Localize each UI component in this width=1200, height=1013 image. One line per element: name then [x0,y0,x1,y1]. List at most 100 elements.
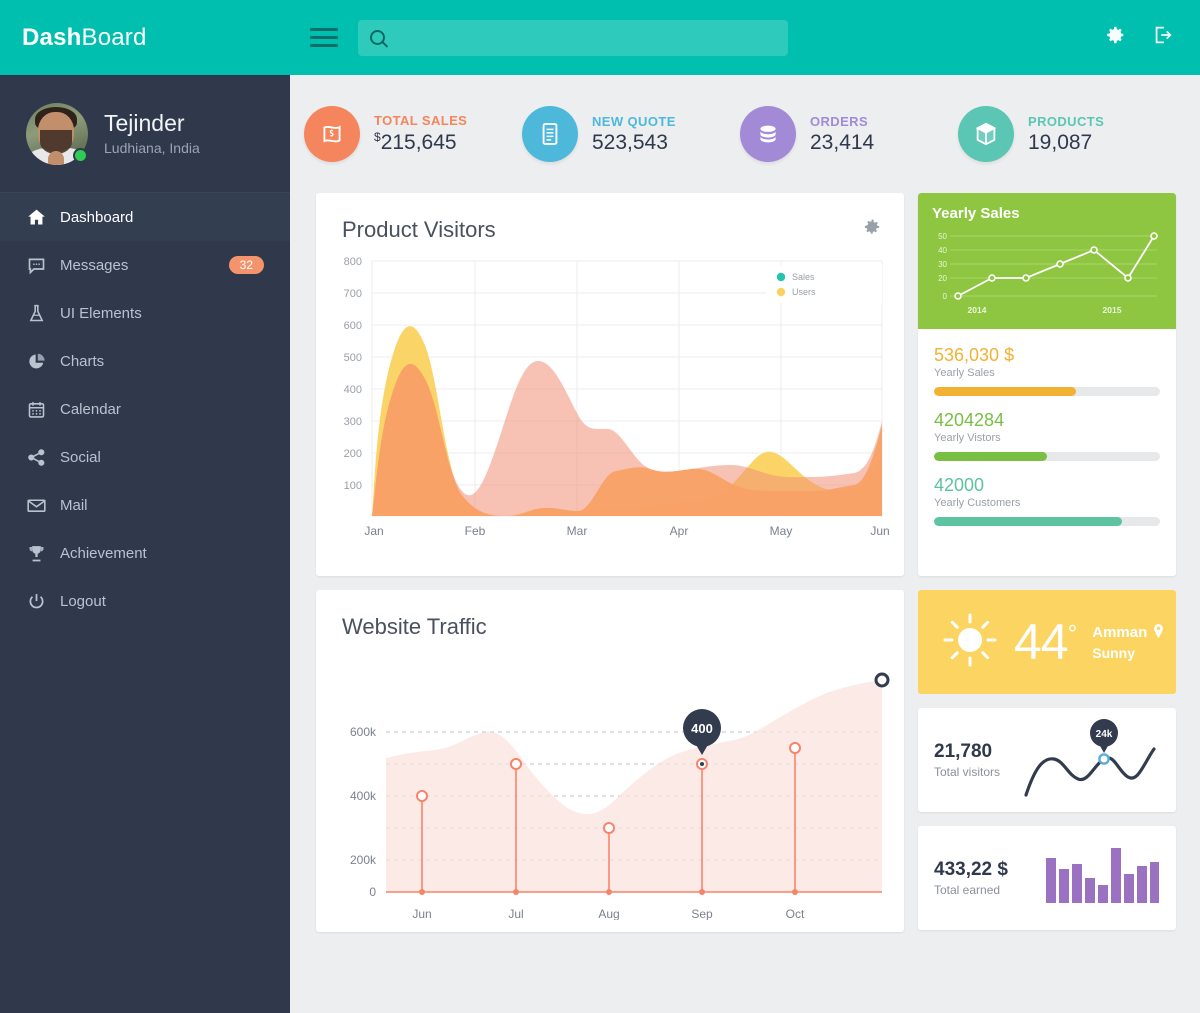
avatar-collar [48,150,64,165]
content-row-1: Product Visitors 800 700 600 500 400 300… [290,193,1200,576]
flask-icon [26,303,60,324]
hamburger-bar [310,36,338,39]
sidebar-item-label: Charts [60,352,105,370]
logo-light-text: Board [81,23,147,51]
side-column-2: 44° Amman Sunny 21,780 Total visitors 24… [918,590,1176,932]
sidebar-item-label: Mail [60,496,88,514]
svg-text:2015: 2015 [1103,305,1122,315]
svg-text:Aug: Aug [598,907,619,920]
messages-badge: 32 [228,256,264,274]
metric-label: Yearly Customers [934,497,1021,509]
sidebar-item-achievement[interactable]: Achievement [0,529,290,577]
gear-icon[interactable] [862,217,882,242]
svg-text:400: 400 [344,384,362,396]
weather-condition: Sunny [1092,644,1136,661]
sidebar-item-dashboard[interactable]: Dashboard [0,193,290,241]
metric-yearly-customers: 42000 Yearly Customers [934,475,1160,526]
yearly-sales-chart: 50 40 30 20 0 2014 2015 [938,232,1158,315]
sidebar-item-label: Dashboard [60,208,134,226]
hamburger-bar [310,44,338,47]
stat-value: $215,645 [374,130,467,155]
product-visitors-chart: 800 700 600 500 400 300 200 100 Sales Us… [344,256,890,538]
total-earned-card: 433,22 $ Total earned [918,826,1176,930]
visitors-tooltip: 24k [1090,718,1118,753]
location-pin-icon [1153,623,1164,642]
stat-label: ORDERS [810,113,869,129]
svg-text:500: 500 [344,352,362,364]
weather-meta: Amman Sunny [1092,623,1164,661]
progress-track [934,387,1160,396]
sidebar-item-calendar[interactable]: Calendar [0,385,290,433]
svg-text:20: 20 [938,274,947,283]
user-profile[interactable]: Tejinder Ludhiana, India [0,75,290,193]
top-header: DashBoard [0,0,1200,75]
gear-icon[interactable] [1104,24,1126,51]
chat-icon [26,255,60,276]
yearly-metrics-list: 536,030 $ Yearly Sales 4204284 Yearly Vi… [918,329,1176,544]
sidebar-item-label: Messages [60,256,129,274]
total-visitors-text: 21,780 Total visitors [934,741,1000,779]
stat-orders[interactable]: ORDERS 23,414 [740,106,958,162]
total-earned-text: 433,22 $ Total earned [934,859,1008,897]
home-icon [26,207,60,228]
metric-label: Yearly Sales [934,367,995,379]
sidebar-item-messages[interactable]: Messages 32 [0,241,290,289]
svg-text:Apr: Apr [670,524,689,538]
sidebar-item-ui-elements[interactable]: UI Elements [0,289,290,337]
stat-products[interactable]: PRODUCTS 19,087 [958,106,1176,162]
header-actions [1104,24,1200,51]
svg-text:Oct: Oct [786,907,805,920]
progress-track [934,517,1160,526]
website-traffic-title: Website Traffic [342,614,487,639]
search-input[interactable] [395,29,776,46]
avatar-beard [40,129,72,154]
svg-text:30: 30 [938,260,947,269]
svg-text:400k: 400k [350,789,377,803]
stat-new-quote[interactable]: NEW QUOTE 523,543 [522,106,740,162]
visitors-tooltip-label: 24k [1096,729,1113,740]
stat-text: NEW QUOTE 523,543 [592,114,676,155]
metric-value: 42000 [934,475,985,495]
temperature-value: 44 [1014,614,1069,670]
stat-label: PRODUCTS [1028,113,1105,129]
yearly-sales-title: Yearly Sales [932,205,1020,222]
weather-city: Amman [1092,623,1164,642]
svg-text:Jul: Jul [508,907,523,920]
side-column-1: Yearly Sales 50 40 30 20 0 2014 2015 536… [918,193,1176,576]
stat-total-sales[interactable]: TOTAL SALES $215,645 [304,106,522,162]
metric-label: Yearly Vistors [934,432,1001,444]
svg-text:200: 200 [344,448,362,460]
sidebar-item-label: Achievement [60,544,147,562]
metric-value: 4204284 [934,410,1005,430]
trophy-icon [26,543,60,564]
endpoint-marker [874,672,890,688]
content-row-2: Website Traffic 400 600k 400k 200k 0 Jun… [290,590,1200,932]
hamburger-icon[interactable] [310,28,338,47]
app-logo[interactable]: DashBoard [0,24,290,52]
online-status-indicator [73,147,88,163]
svg-text:0: 0 [943,292,948,301]
svg-text:50: 50 [938,232,947,241]
sidebar-item-social[interactable]: Social [0,433,290,481]
progress-fill [934,517,1122,526]
profile-info: Tejinder Ludhiana, India [104,111,200,156]
legend-dot-sales [776,272,786,282]
search-bar[interactable] [358,19,788,56]
svg-text:Jan: Jan [364,524,383,538]
sidebar-item-charts[interactable]: Charts [0,337,290,385]
total-earned-value: 433,22 $ [934,859,1008,880]
stat-value: 523,543 [592,130,668,154]
sidebar-nav: Dashboard Messages 32 UI Elements Charts… [0,193,290,625]
total-visitors-sparkline: 24k [1020,713,1160,808]
envelope-icon [26,495,60,516]
sidebar-item-logout[interactable]: Logout [0,577,290,625]
sign-out-icon[interactable] [1152,24,1174,51]
degree-symbol: ° [1067,620,1078,648]
svg-text:Jun: Jun [412,907,431,920]
sidebar-item-mail[interactable]: Mail [0,481,290,529]
cube-icon [958,106,1014,162]
total-visitors-card: 21,780 Total visitors 24k [918,708,1176,812]
stat-text: ORDERS 23,414 [810,114,874,155]
svg-text:700: 700 [344,288,362,300]
total-earned-label: Total earned [934,883,1001,897]
